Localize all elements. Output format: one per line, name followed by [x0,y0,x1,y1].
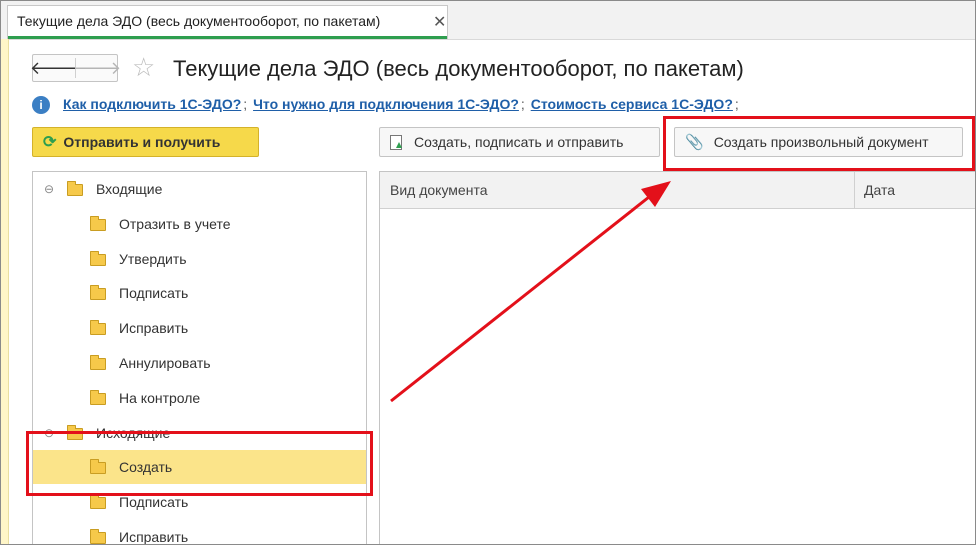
folder-icon [90,494,106,510]
tab-bar: Текущие дела ЭДО (весь документооборот, … [1,1,975,40]
link-how-to-connect[interactable]: Как подключить 1С-ЭДО? [63,96,241,112]
tree-item[interactable]: Утвердить [33,242,366,276]
tree-item-label: Исправить [119,529,189,545]
folder-icon [90,250,106,266]
tree-item-label: Подписать [119,494,189,511]
tree-item-label: Исправить [119,320,189,337]
help-links: Как подключить 1С-ЭДО?; Что нужно для по… [63,96,741,112]
column-header-doc-type[interactable]: Вид документа [390,172,487,208]
tree-item-label: Утвердить [119,250,187,267]
highlight-box-create-folder [26,431,373,496]
column-separator [854,172,855,208]
window-frame: Текущие дела ЭДО (весь документооборот, … [0,0,976,545]
link-separator: ; [520,96,525,112]
tree-item-label: Подписать [119,285,189,302]
tree-item-label: Входящие [96,181,163,197]
tab-current-edo[interactable]: Текущие дела ЭДО (весь документооборот, … [7,5,448,39]
tree-item[interactable]: Исправить [33,311,366,345]
folder-icon [90,529,106,544]
refresh-icon: ⟳ [43,134,57,151]
column-header-date[interactable]: Дата [864,172,895,208]
navigation-buttons: 🡐 🡒 [30,54,121,82]
info-icon: i [32,96,50,114]
link-pricing[interactable]: Стоимость сервиса 1С-ЭДО? [531,96,733,112]
documents-grid: Вид документа Дата [379,171,975,544]
close-icon[interactable]: ✕ [433,12,446,32]
highlight-box-create-any-document [663,116,975,171]
folder-icon [90,285,106,301]
grid-header: Вид документа Дата [380,172,975,209]
folder-icon [90,355,106,370]
collapse-icon[interactable]: ⊖ [44,182,54,196]
link-separator: ; [734,96,739,112]
left-panel-strip [1,39,9,544]
tree-item-label: Аннулировать [119,355,211,371]
tree-item[interactable]: На контроле [33,381,366,415]
document-upload-icon [390,134,402,150]
tree-item[interactable]: ⊖ Входящие [33,172,366,206]
tab-active-indicator [8,36,447,39]
send-receive-button[interactable]: ⟳ Отправить и получить [32,127,259,157]
tree-item[interactable]: Исправить [33,520,366,545]
tree-item[interactable]: Аннулировать [33,346,366,380]
page-title: Текущие дела ЭДО (весь документооборот, … [173,56,744,81]
folder-icon [90,389,106,405]
back-arrow-icon[interactable]: 🡐 [30,55,78,81]
folder-icon [90,215,106,231]
folder-icon [67,181,83,196]
forward-arrow-icon[interactable]: 🡒 [73,55,121,81]
tree-item[interactable]: Отразить в учете [33,207,366,241]
link-separator: ; [243,96,248,112]
send-receive-label: Отправить и получить [63,134,221,150]
create-sign-send-label: Создать, подписать и отправить [414,134,624,150]
folder-icon [90,320,106,336]
tree-item-label: На контроле [119,389,201,406]
tree-item[interactable]: Подписать [33,276,366,310]
link-requirements[interactable]: Что нужно для подключения 1С-ЭДО? [253,96,519,112]
tree-item-label: Отразить в учете [119,215,231,232]
create-sign-send-button[interactable]: Создать, подписать и отправить [379,127,660,157]
favorite-star-icon[interactable]: ☆ [132,53,155,81]
tab-label: Текущие дела ЭДО (весь документооборот, … [17,13,381,29]
